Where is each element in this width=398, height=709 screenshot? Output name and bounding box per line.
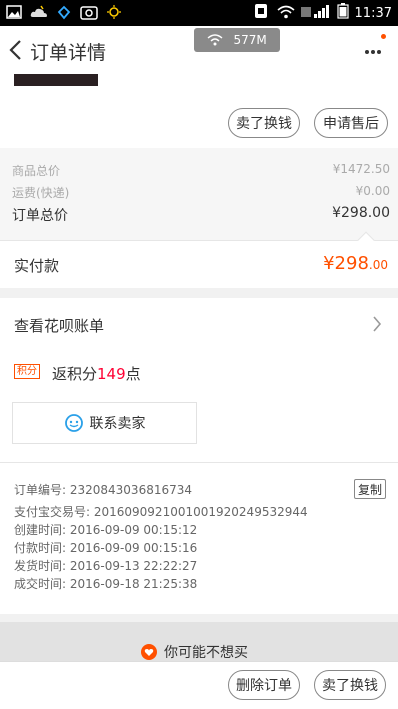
notification-dot bbox=[381, 34, 386, 39]
more-dots-icon bbox=[365, 50, 381, 54]
signal-app-icon bbox=[253, 3, 271, 23]
paid-label: 实付款 bbox=[14, 257, 60, 275]
order-total-label: 订单总价 bbox=[12, 208, 68, 224]
order-total-row: 订单总价 ¥298.00 bbox=[12, 205, 390, 225]
order-number: 订单编号: 2320843036816734 bbox=[14, 483, 193, 497]
paid-main: ¥298 bbox=[323, 253, 369, 274]
paid-decimal: .00 bbox=[368, 258, 388, 272]
recommend-title-row: 你可能不想买 bbox=[140, 642, 248, 662]
points-section: 积分 返积分149点 联系卖家 bbox=[0, 352, 398, 462]
bottom-action-bar: 删除订单 卖了换钱 bbox=[0, 661, 398, 709]
huabei-bill-row[interactable]: 查看花呗账单 bbox=[0, 298, 398, 352]
memory-indicator: 577M bbox=[194, 28, 280, 52]
image-icon bbox=[4, 3, 24, 21]
paid-time: 付款时间: 2016-09-09 00:15:16 bbox=[14, 541, 198, 555]
page-title: 订单详情 bbox=[30, 42, 107, 64]
huabei-label: 查看花呗账单 bbox=[14, 317, 105, 335]
completed-time: 成交时间: 2016-09-18 21:25:38 bbox=[14, 577, 198, 591]
order-total-value: ¥298.00 bbox=[332, 205, 390, 221]
back-button[interactable] bbox=[4, 36, 26, 64]
order-info: 订单编号: 2320843036816734 复制 支付宝交易号: 201609… bbox=[0, 462, 398, 614]
screenshot-icon bbox=[79, 3, 99, 21]
chat-bubble-icon bbox=[64, 414, 83, 432]
shipped-time: 发货时间: 2016-09-13 22:22:27 bbox=[14, 559, 198, 573]
heart-icon bbox=[141, 644, 157, 660]
recommend-title: 你可能不想买 bbox=[164, 645, 248, 661]
chevron-left-icon bbox=[9, 40, 21, 60]
alipay-icon bbox=[54, 3, 74, 21]
battery-icon bbox=[336, 3, 349, 23]
price-summary: 商品总价 ¥1472.50 运费(快递) ¥0.00 订单总价 ¥298.00 bbox=[0, 148, 398, 240]
cellular-icon bbox=[300, 4, 331, 23]
status-bar: 11:37 bbox=[0, 0, 398, 26]
points-suffix: 点 bbox=[125, 365, 141, 383]
sell-exchange-button[interactable]: 卖了换钱 bbox=[228, 108, 300, 138]
shipping-label: 运费(快递) bbox=[12, 186, 70, 200]
alipay-trade-number: 支付宝交易号: 2016090921001001920249532944 bbox=[14, 505, 308, 519]
created-time: 创建时间: 2016-09-09 00:15:12 bbox=[14, 523, 198, 537]
goods-total-value: ¥1472.50 bbox=[332, 162, 390, 176]
bottom-sell-exchange-button[interactable]: 卖了换钱 bbox=[314, 670, 386, 700]
apply-after-sale-button[interactable]: 申请售后 bbox=[314, 108, 388, 138]
points-prefix: 返积分 bbox=[52, 365, 98, 383]
chevron-right-icon bbox=[373, 316, 382, 332]
clock: 11:37 bbox=[354, 5, 392, 21]
delete-order-button[interactable]: 删除订单 bbox=[228, 670, 300, 700]
memory-value: 577M bbox=[233, 33, 267, 47]
wifi-icon bbox=[207, 34, 223, 46]
paid-row: 实付款 ¥298.00 bbox=[0, 231, 398, 288]
goods-total-row: 商品总价 ¥1472.50 bbox=[12, 162, 390, 179]
product-card: 卖了换钱 申请售后 bbox=[0, 74, 398, 148]
goods-total-label: 商品总价 bbox=[12, 164, 61, 178]
copy-button[interactable]: 复制 bbox=[354, 479, 386, 499]
wifi-icon bbox=[277, 4, 295, 23]
weather-icon bbox=[29, 3, 49, 21]
sun-icon bbox=[104, 3, 124, 21]
contact-seller-button[interactable]: 联系卖家 bbox=[12, 402, 197, 444]
product-thumbnail[interactable] bbox=[14, 74, 98, 86]
paid-value: ¥298.00 bbox=[323, 253, 388, 274]
contact-seller-label: 联系卖家 bbox=[89, 416, 146, 432]
points-text: 返积分149点 bbox=[52, 363, 141, 384]
points-amount: 149 bbox=[97, 365, 126, 383]
shipping-value: ¥0.00 bbox=[355, 184, 390, 198]
points-badge: 积分 bbox=[14, 364, 40, 379]
shipping-row: 运费(快递) ¥0.00 bbox=[12, 184, 390, 201]
more-button[interactable] bbox=[362, 40, 384, 60]
